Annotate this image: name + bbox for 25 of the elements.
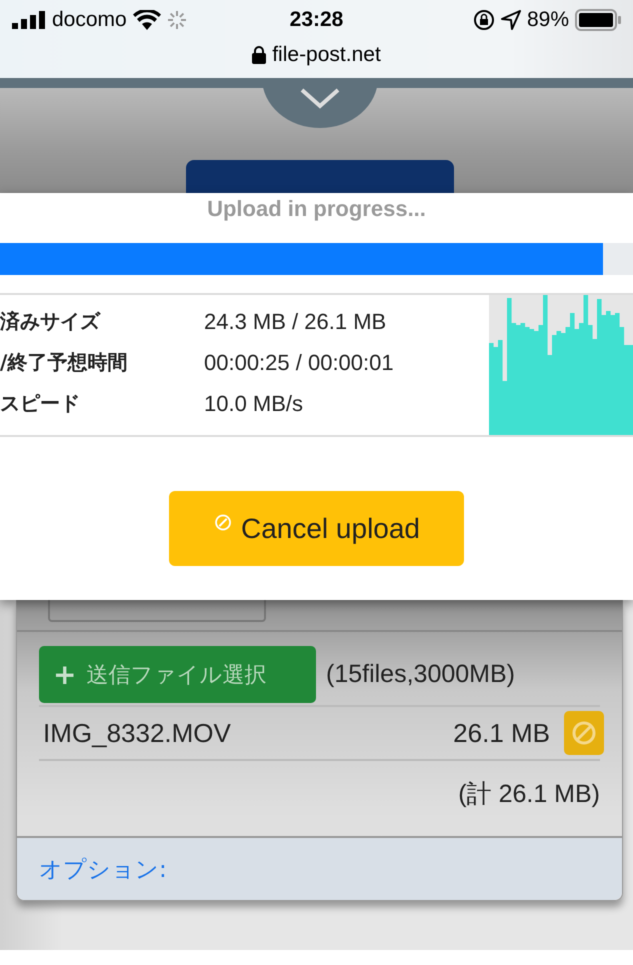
- dialog-title: Upload in progress...: [207, 197, 426, 223]
- cancel-icon: [571, 720, 597, 746]
- wifi-icon: [132, 10, 161, 30]
- stat-label: 済みサイズ: [0, 308, 102, 335]
- chevron-down-icon[interactable]: [300, 88, 340, 110]
- cancel-upload-button[interactable]: ⊘ Cancel upload: [169, 491, 464, 566]
- rotation-lock-icon: [472, 9, 495, 31]
- signal-icon: [12, 11, 46, 29]
- site-url[interactable]: file-post.net: [272, 43, 381, 67]
- carrier-name: docomo: [52, 8, 127, 32]
- loading-spinner-icon: [166, 10, 187, 30]
- clock-time: 23:28: [290, 8, 344, 31]
- battery-icon: [575, 9, 621, 31]
- stat-value: 00:00:25 / 00:00:01: [204, 350, 394, 376]
- file-name: IMG_8332.MOV: [43, 718, 231, 748]
- file-size: 26.1 MB: [453, 718, 550, 748]
- stat-label: /終了予想時間: [0, 349, 128, 376]
- stat-value: 24.3 MB / 26.1 MB: [204, 308, 386, 334]
- file-limit: (15files,3000MB): [326, 660, 515, 689]
- total-size: (計 26.1 MB): [458, 779, 600, 810]
- battery-percent: 89%: [526, 8, 569, 32]
- stat-label: スピード: [0, 390, 81, 417]
- location-arrow-icon: [500, 10, 521, 30]
- lock-icon: [252, 46, 266, 64]
- stat-value: 10.0 MB/s: [204, 390, 304, 416]
